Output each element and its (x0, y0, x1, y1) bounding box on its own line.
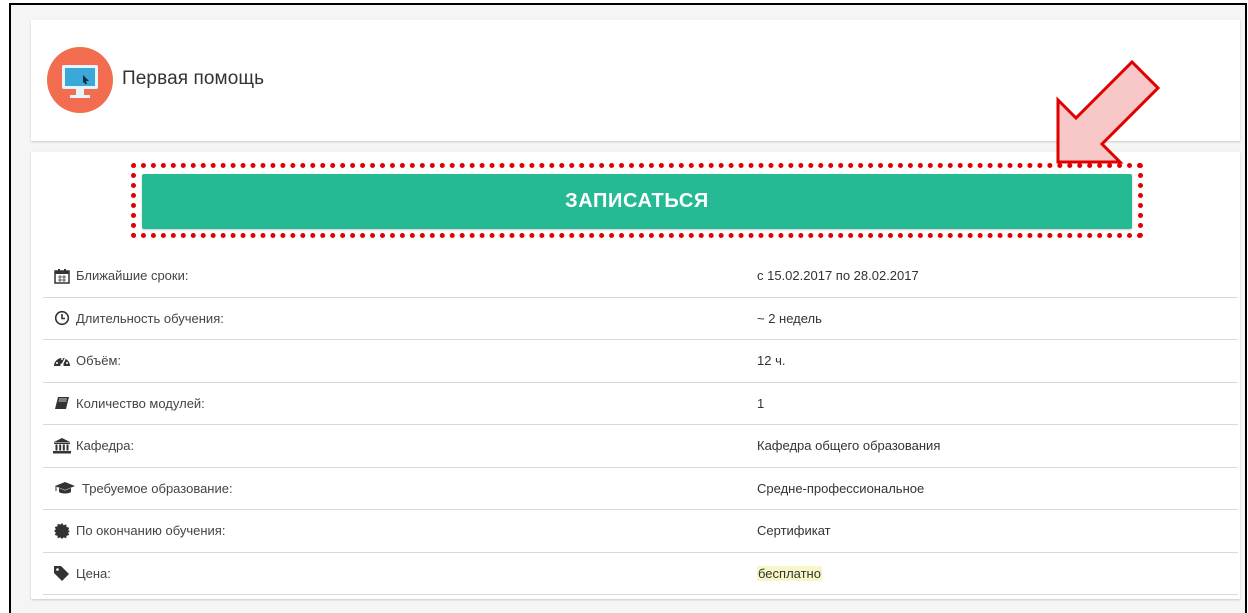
detail-row-education: Требуемое образование: Средне-профессион… (43, 468, 1238, 510)
detail-label: Кафедра: (76, 438, 135, 454)
detail-row-dates: Ближайшие сроки: с 15.02.2017 по 28.02.2… (43, 255, 1238, 298)
detail-row-volume: Объём: 12 ч. (43, 340, 1238, 383)
detail-value: 1 (757, 395, 765, 411)
detail-value: с 15.02.2017 по 28.02.2017 (757, 268, 919, 284)
certificate-icon (53, 522, 71, 539)
detail-label: Длительность обучения: (76, 310, 224, 326)
detail-value: Сертификат (757, 523, 831, 539)
detail-label: Объём: (76, 353, 122, 369)
pointer-arrow-icon (1056, 59, 1161, 164)
detail-value: Кафедра общего образования (757, 438, 941, 454)
calendar-icon (53, 268, 71, 284)
detail-label: По окончанию обучения: (76, 523, 226, 539)
course-details-list: Ближайшие сроки: с 15.02.2017 по 28.02.2… (43, 255, 1238, 595)
detail-label: Ближайшие сроки: (76, 268, 189, 284)
institution-icon (53, 437, 71, 454)
graduation-cap-icon (53, 480, 77, 496)
book-icon (53, 395, 71, 411)
detail-row-price: Цена: бесплатно (43, 553, 1238, 595)
detail-value: ~ 2 недель (757, 310, 822, 326)
detail-row-duration: Длительность обучения: ~ 2 недель (43, 298, 1238, 340)
detail-row-completion: По окончанию обучения: Сертификат (43, 510, 1238, 553)
gauge-icon (53, 353, 71, 369)
detail-row-department: Кафедра: Кафедра общего образования (43, 425, 1238, 468)
course-title: Первая помощь (122, 68, 265, 89)
detail-label: Требуемое образование: (82, 480, 233, 496)
detail-label: Количество модулей: (76, 395, 205, 411)
detail-row-modules: Количество модулей: 1 (43, 383, 1238, 425)
detail-value: 12 ч. (757, 353, 786, 369)
detail-value: Средне-профессиональное (757, 480, 925, 496)
enroll-button[interactable]: ЗАПИСАТЬСЯ (142, 174, 1132, 229)
detail-label: Цена: (76, 565, 111, 581)
monitor-icon (47, 47, 113, 113)
clock-icon (53, 310, 71, 326)
price-value: бесплатно (757, 565, 822, 581)
tag-icon (53, 565, 71, 582)
